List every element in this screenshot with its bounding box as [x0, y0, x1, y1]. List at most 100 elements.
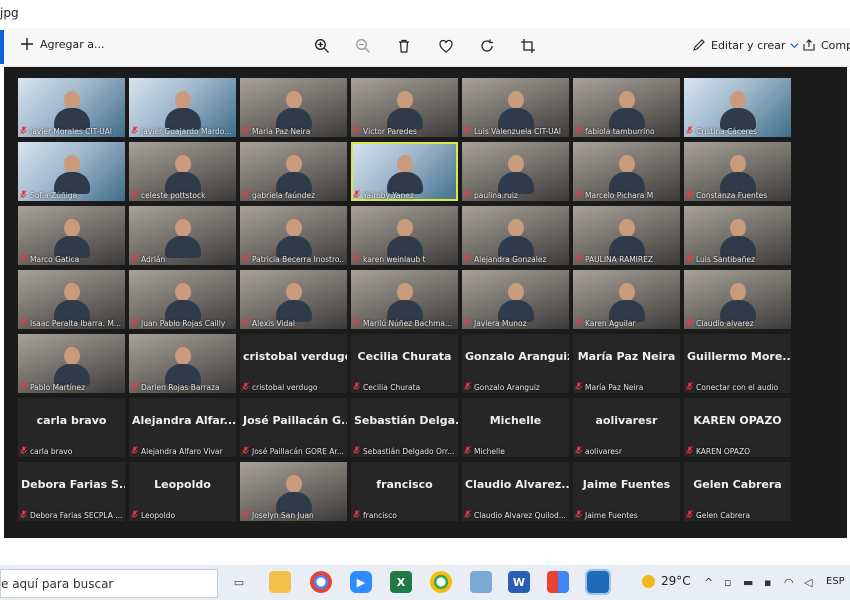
participant-tile[interactable]: cristobal verdugo cristobal verdugo — [240, 334, 347, 393]
word-icon[interactable]: W — [508, 571, 530, 593]
participant-name-label: María Paz Neira — [242, 126, 345, 136]
participant-tile[interactable]: Juan Pablo Rojas Cailly — [129, 270, 236, 329]
participant-tile[interactable]: Marcelo Pichara M — [573, 142, 680, 201]
muted-mic-icon — [131, 254, 138, 264]
participant-tile[interactable]: Sofía Zúñiga — [18, 142, 125, 201]
participant-tile[interactable]: Marco Gatica — [18, 206, 125, 265]
device-icon[interactable]: ▫ — [724, 576, 731, 589]
participant-tile[interactable]: PAULINA RAMIREZ — [573, 206, 680, 265]
participant-tile[interactable]: Claudio alvarez — [684, 270, 791, 329]
weather-widget[interactable]: 29°C — [642, 574, 691, 588]
participant-name: Claudio alvarez — [696, 318, 754, 328]
participant-tile[interactable]: Alejandra Alfar... Alejandra Alfaro Vivar — [129, 398, 236, 457]
participant-tile[interactable]: Luis Valenzuela CIT-UAI — [462, 78, 569, 137]
participant-name: Javiera Munoz — [474, 318, 527, 328]
participant-tile[interactable]: paulina.ruiz — [462, 142, 569, 201]
participant-tile[interactable]: Marilú Núñez Bachma... — [351, 270, 458, 329]
participant-tile[interactable]: Jaime Fuentes Jaime Fuentes — [573, 462, 680, 521]
participant-tile[interactable]: Yairoby Yanez — [351, 142, 458, 201]
participant-tile[interactable]: Víctor Paredes — [351, 78, 458, 137]
photos-app-icon[interactable] — [470, 571, 492, 593]
participant-tile[interactable]: aolivaresr aolivaresr — [573, 398, 680, 457]
edit-create-button[interactable]: Editar y crear — [692, 38, 799, 52]
participant-tile[interactable]: Javiera Munoz — [462, 270, 569, 329]
volume-icon[interactable]: ◁ — [804, 576, 812, 589]
participant-tile[interactable]: Gelen Cabrera Gelen Cabrera — [684, 462, 791, 521]
participant-tile[interactable]: Michelle Michelle — [462, 398, 569, 457]
participant-tile[interactable]: francisco francisco — [351, 462, 458, 521]
participant-tile[interactable]: María Paz Neira María Paz Neira — [573, 334, 680, 393]
battery-icon[interactable]: ▬ — [743, 576, 753, 589]
favorite-button[interactable] — [437, 37, 455, 55]
participant-tile[interactable]: carla bravo carla bravo — [18, 398, 125, 457]
task-view-icon[interactable]: ▭ — [228, 571, 250, 593]
chrome-profile-icon[interactable] — [430, 571, 452, 593]
participant-tile[interactable]: KAREN OPAZO KAREN OPAZO — [684, 398, 791, 457]
muted-mic-icon — [464, 382, 471, 392]
participant-tile[interactable]: Patricia Becerra Inostro... — [240, 206, 347, 265]
participant-video — [718, 283, 758, 322]
participant-name: celeste pottstock — [141, 190, 206, 200]
participant-tile[interactable]: Constanza Fuentes — [684, 142, 791, 201]
participant-tile[interactable]: José Paillacán G... José Paillacán GORE A… — [240, 398, 347, 457]
participant-tile[interactable]: Alexis Vidal — [240, 270, 347, 329]
file-explorer-icon[interactable] — [269, 571, 291, 593]
participant-tile[interactable]: Debora Farias S... Debora Farias SECPLA .… — [18, 462, 125, 521]
excel-icon[interactable]: X — [390, 571, 412, 593]
participant-tile[interactable]: Cristina Cáceres — [684, 78, 791, 137]
participant-name-label: Sebastián Delgado Orr... — [353, 446, 456, 456]
participant-name-label: Gelen Cabrera — [686, 510, 789, 520]
muted-mic-icon — [131, 382, 138, 392]
rotate-button[interactable] — [478, 37, 496, 55]
chevron-up-icon[interactable]: ^ — [704, 576, 713, 589]
delete-button[interactable] — [395, 37, 413, 55]
participant-name: Sofía Zúñiga — [30, 190, 78, 200]
participant-tile[interactable]: Adrián — [129, 206, 236, 265]
participant-tile[interactable]: Cecilia Churata Cecilia Churata — [351, 334, 458, 393]
participant-tile[interactable]: Isaac Peralta Ibarra. M... — [18, 270, 125, 329]
participant-tile[interactable]: Javier Guajardo Mardo... — [129, 78, 236, 137]
participant-name-label: Pablo Martínez — [20, 382, 123, 392]
photos-active-icon[interactable] — [585, 569, 611, 595]
taskbar-search-text: e aquí para buscar — [1, 577, 114, 591]
wifi-icon[interactable]: ◠ — [784, 576, 794, 589]
participant-name: Javier Morales CIT-UAI — [30, 126, 113, 136]
participant-tile[interactable]: Sebastián Delga... Sebastián Delgado Orr.… — [351, 398, 458, 457]
participant-tile[interactable]: celeste pottstock — [129, 142, 236, 201]
network-icon[interactable]: ▪ — [764, 576, 771, 589]
participant-tile[interactable]: Leopoldo Leopoldo — [129, 462, 236, 521]
participant-tile[interactable]: Karen Aguilar — [573, 270, 680, 329]
app-grid-icon[interactable] — [547, 571, 569, 593]
participant-name-label: Yairoby Yanez — [353, 190, 456, 200]
taskbar-search[interactable]: e aquí para buscar — [0, 569, 218, 598]
participant-tile[interactable]: Joselyn San Juan — [240, 462, 347, 521]
zoom-icon[interactable]: ▶ — [350, 571, 372, 593]
participant-tile[interactable]: Alejandra Gonzalez — [462, 206, 569, 265]
chrome-icon[interactable] — [310, 571, 332, 593]
muted-mic-icon — [242, 510, 249, 520]
participant-video — [607, 155, 647, 194]
participant-tile[interactable]: Claudio Alvarez... Claudio Alvarez Quilod… — [462, 462, 569, 521]
language-indicator[interactable]: ESP — [826, 576, 845, 587]
participant-tile[interactable]: Gonzalo Aranguiz Gonzalo Aranguiz — [462, 334, 569, 393]
zoom-in-button[interactable] — [313, 37, 331, 55]
participant-name: Alejandra Gonzalez — [474, 254, 547, 264]
participant-tile[interactable]: Javier Morales CIT-UAI — [18, 78, 125, 137]
participant-tile[interactable]: Guillermo More... Conectar con el audio — [684, 334, 791, 393]
participant-tile[interactable]: Luis Santibañez — [684, 206, 791, 265]
muted-mic-icon — [686, 126, 693, 136]
participant-name: Víctor Paredes — [363, 126, 417, 136]
zoom-out-button[interactable] — [354, 37, 372, 55]
participant-tile[interactable]: karen weinlaub t — [351, 206, 458, 265]
crop-button[interactable] — [519, 37, 537, 55]
participant-tile[interactable]: María Paz Neira — [240, 78, 347, 137]
participant-tile[interactable]: Pablo Martínez — [18, 334, 125, 393]
participant-tile[interactable]: gabriela faúndez — [240, 142, 347, 201]
participant-tile[interactable]: fabiola tamburrino — [573, 78, 680, 137]
add-to-button[interactable]: Agregar a... — [20, 37, 105, 51]
participant-name-label: Luis Valenzuela CIT-UAI — [464, 126, 567, 136]
sun-icon — [642, 574, 655, 588]
muted-mic-icon — [686, 254, 693, 264]
share-button[interactable]: Comp — [802, 38, 850, 52]
participant-tile[interactable]: Darien Rojas Barraza — [129, 334, 236, 393]
